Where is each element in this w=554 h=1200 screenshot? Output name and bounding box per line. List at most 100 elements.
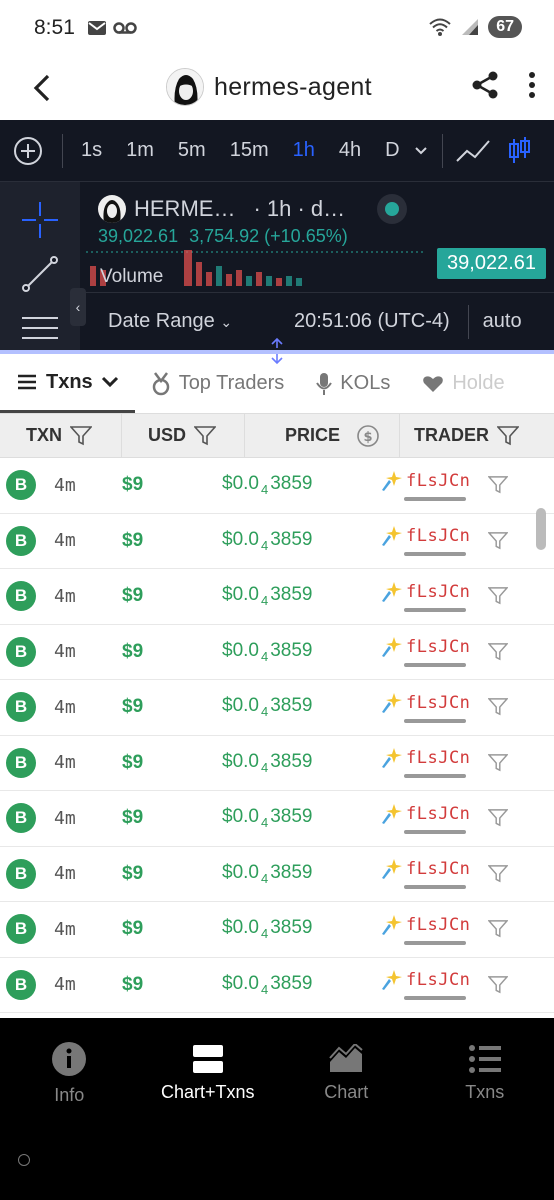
txn-usd: $9	[122, 696, 144, 718]
symbol-avatar	[98, 195, 126, 223]
buy-badge: B	[6, 636, 36, 667]
price-chart[interactable]: 1s 1m 5m 15m 1h 4h D ‹ HERME… · 1h · d… …	[0, 120, 554, 350]
filter-icon[interactable]	[497, 425, 519, 446]
timeframe-d[interactable]: D	[385, 139, 399, 162]
txn-price: $0.0 4 3859	[222, 973, 380, 997]
col-usd-label: USD	[148, 425, 187, 445]
ohlc-values: 39,022.61 3,754.92 (+10.65%)	[86, 226, 554, 247]
table-row[interactable]: B 4m $9 $0.0 4 3859 fLsJCn	[0, 791, 554, 847]
trader-cell[interactable]: fLsJCn	[380, 581, 472, 612]
sparkle-icon	[382, 692, 402, 713]
date-range-button[interactable]: Date Range ⌄	[108, 310, 232, 333]
status-bar: 8:51 67	[0, 0, 554, 56]
nav-chart-txns[interactable]: Chart+Txns	[139, 1018, 278, 1118]
nav-info[interactable]: Info	[0, 1018, 139, 1118]
filter-icon[interactable]	[488, 531, 508, 550]
table-row[interactable]: B 4m $9 $0.0 4 3859 fLsJCn	[0, 625, 554, 680]
filter-icon[interactable]	[488, 864, 508, 883]
crosshair-icon[interactable]	[20, 200, 60, 240]
notification-icons	[87, 20, 137, 36]
trader-cell[interactable]: fLsJCn	[380, 525, 472, 557]
table-row[interactable]: B 4m $9 $0.0 4 3859 fLsJCn	[0, 736, 554, 791]
filter-icon[interactable]	[488, 975, 508, 994]
col-usd[interactable]: USD	[122, 414, 245, 457]
table-row[interactable]: B 4m $9 $0.0 4 3859 fLsJCn	[0, 680, 554, 736]
chart-pane[interactable]: HERME… · 1h · d… 39,022.61 3,754.92 (+10…	[86, 182, 554, 290]
status-time: 8:51	[34, 16, 75, 39]
ohlc-close: 39,022.61	[98, 226, 179, 246]
add-indicator-icon[interactable]	[12, 135, 44, 167]
table-row[interactable]: B 4m $9 $0.0 4 3859 fLsJCn	[0, 902, 554, 958]
trend-line-icon[interactable]	[20, 254, 60, 294]
filter-icon[interactable]	[488, 642, 508, 661]
back-arrow-icon[interactable]	[22, 73, 62, 103]
fib-lines-icon[interactable]	[20, 314, 60, 344]
timeframe-1h[interactable]: 1h	[293, 139, 315, 162]
filter-icon[interactable]	[488, 698, 508, 716]
trader-cell[interactable]: fLsJCn	[380, 692, 472, 723]
tab-top-traders[interactable]: Top Traders	[135, 354, 301, 413]
trader-cell[interactable]: fLsJCn	[380, 858, 472, 890]
trader-address: fLsJCn	[406, 803, 471, 824]
tab-holders[interactable]: Holde	[406, 354, 520, 413]
scrollbar-thumb[interactable]	[536, 508, 546, 550]
last-price-tag: 39,022.61	[437, 248, 546, 279]
timeframe-5m[interactable]: 5m	[178, 139, 206, 162]
trader-cell[interactable]: fLsJCn	[380, 747, 472, 779]
home-gesture-indicator[interactable]	[18, 1154, 30, 1166]
sparkle-icon	[382, 914, 402, 935]
trader-balance-bar	[404, 996, 466, 1001]
table-row[interactable]: B 4m $9 $0.0 4 3859 fLsJCn	[0, 847, 554, 902]
filter-icon[interactable]	[488, 587, 508, 605]
timeframe-15m[interactable]: 15m	[230, 139, 269, 162]
col-trader[interactable]: TRADER	[400, 414, 554, 457]
trader-cell[interactable]: fLsJCn	[380, 914, 472, 945]
signal-icon	[462, 19, 479, 35]
table-row[interactable]: B 4m $9 $0.0 4 3859 fLsJCn	[0, 458, 554, 514]
trader-cell[interactable]: fLsJCn	[380, 969, 472, 1001]
txn-price: $0.0 4 3859	[222, 751, 380, 775]
timeframe-dropdown-icon[interactable]	[414, 146, 428, 156]
share-icon[interactable]	[470, 70, 500, 100]
trader-cell[interactable]: fLsJCn	[380, 470, 472, 501]
dollar-circle-icon[interactable]: $	[356, 424, 380, 448]
trader-address: fLsJCn	[406, 859, 471, 880]
price-zero-count: 4	[260, 759, 269, 775]
date-range-label: Date Range	[108, 310, 215, 332]
col-price[interactable]: PRICE $	[245, 414, 400, 457]
trader-cell[interactable]: fLsJCn	[380, 803, 472, 834]
price-digits: 3859	[270, 473, 313, 495]
nav-chart[interactable]: Chart	[277, 1018, 416, 1118]
price-zero-count: 4	[260, 482, 269, 498]
tab-txns[interactable]: Txns	[0, 354, 135, 413]
nav-txns[interactable]: Txns	[416, 1018, 554, 1118]
txn-type: B	[14, 974, 28, 994]
table-row[interactable]: B 4m $9 $0.0 4 3859 fLsJCn	[0, 569, 554, 625]
txn-age: 4m	[54, 918, 76, 940]
price-zero-count: 4	[260, 704, 269, 720]
collapse-toolbar-button[interactable]: ‹	[70, 288, 86, 326]
filter-icon[interactable]	[488, 753, 508, 772]
tab-kols[interactable]: KOLs	[300, 354, 406, 413]
candlestick-icon[interactable]	[507, 136, 531, 166]
table-row[interactable]: B 4m $9 $0.0 4 3859 fLsJCn	[0, 514, 554, 569]
col-txn[interactable]: TXN	[0, 414, 122, 457]
chart-time[interactable]: 20:51:06 (UTC-4)	[294, 310, 450, 333]
filter-icon[interactable]	[488, 809, 508, 827]
trader-address: fLsJCn	[406, 914, 471, 935]
auto-scale-button[interactable]: auto	[483, 310, 522, 333]
filter-icon[interactable]	[70, 425, 92, 446]
timeframe-1m[interactable]: 1m	[126, 139, 154, 162]
filter-icon[interactable]	[488, 476, 508, 494]
timeframe-4h[interactable]: 4h	[339, 139, 361, 162]
price-prefix: $0.0	[222, 695, 259, 717]
more-options-icon[interactable]	[528, 71, 536, 99]
line-chart-icon[interactable]	[455, 137, 491, 165]
price-zero-count: 4	[260, 537, 269, 553]
filter-icon[interactable]	[194, 425, 217, 446]
trader-cell[interactable]: fLsJCn	[380, 636, 472, 668]
filter-icon[interactable]	[488, 920, 508, 938]
table-row[interactable]: B 4m $9 $0.0 4 3859 fLsJCn	[0, 958, 554, 1013]
tab-txns-label: Txns	[46, 370, 93, 393]
timeframe-1s[interactable]: 1s	[81, 139, 102, 162]
